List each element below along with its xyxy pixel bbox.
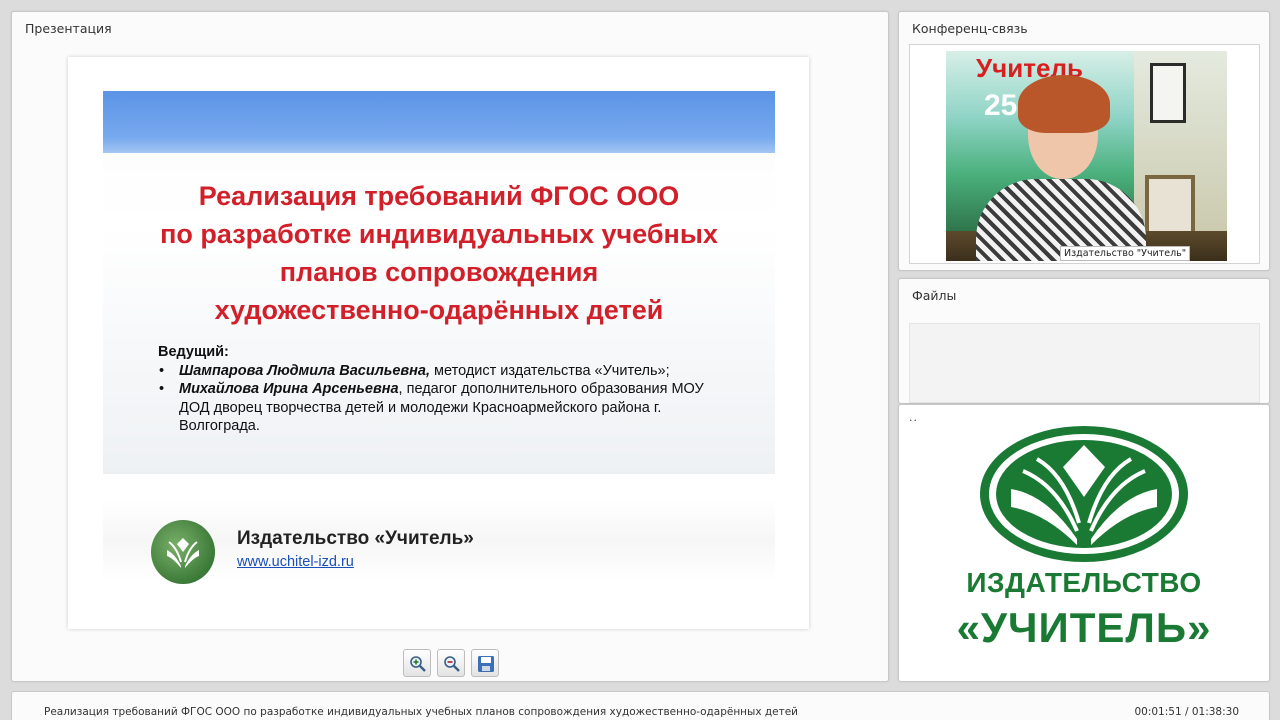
list-item: Шампарова Людмила Васильевна, методист и…	[158, 362, 728, 381]
slide-title-line: художественно-одарённых детей	[214, 295, 664, 325]
logo-word-uchitel: «УЧИТЕЛЬ»	[956, 604, 1212, 651]
picture-frame	[1150, 63, 1186, 123]
slide-title-line: Реализация требований ФГОС ООО	[198, 181, 680, 211]
logo-word-publisher: ИЗДАТЕЛЬСТВО	[966, 567, 1202, 598]
files-panel-title: Файлы	[912, 288, 957, 303]
slide-footer: Издательство «Учитель» www.uchitel-izd.r…	[103, 500, 775, 584]
zoom-in-button[interactable]	[403, 649, 431, 677]
presenters-list: Шампарова Людмила Васильевна, методист и…	[158, 362, 728, 436]
presentation-panel: Презентация Реализация требований ФГОС О…	[11, 11, 889, 682]
presentation-slide: Реализация требований ФГОС ООО по разраб…	[68, 57, 809, 629]
speaker-hair	[1018, 75, 1110, 133]
files-list[interactable]	[909, 323, 1260, 403]
publisher-logo-panel: .. ИЗДАТЕЛЬСТВО «УЧИТЕЛЬ»	[898, 404, 1270, 682]
zoom-out-button[interactable]	[437, 649, 465, 677]
webinar-title: Реализация требований ФГОС ООО по разраб…	[44, 706, 799, 718]
video-feed[interactable]: Учитель 25 Издательство "Учитель"	[909, 44, 1260, 264]
publisher-logo-icon	[151, 520, 215, 584]
conference-panel: Конференц-связь Учитель 25 Издательство …	[898, 11, 1270, 271]
status-bar: Реализация требований ФГОС ООО по разраб…	[11, 691, 1270, 720]
presenter-name: Михайлова Ирина Арсеньевна	[179, 381, 399, 397]
presenters-label: Ведущий:	[158, 344, 229, 360]
video-image: Учитель 25 Издательство "Учитель"	[946, 51, 1227, 261]
logo-panel-header: ..	[909, 411, 918, 424]
files-panel: Файлы	[898, 278, 1270, 404]
save-icon	[478, 656, 494, 672]
save-button[interactable]	[471, 649, 499, 677]
zoom-in-icon	[410, 656, 426, 672]
video-caption: Издательство "Учитель"	[1060, 246, 1191, 261]
publisher-name: Издательство «Учитель»	[237, 528, 474, 549]
poster-number: 25	[984, 89, 1018, 122]
slide-presenters: Ведущий: Шампарова Людмила Васильевна, м…	[158, 343, 728, 436]
presentation-panel-title: Презентация	[25, 21, 112, 36]
presenter-role: методист издательства «Учитель»;	[430, 362, 670, 379]
publisher-emblem-icon	[980, 426, 1188, 562]
publisher-link[interactable]: www.uchitel-izd.ru	[237, 554, 354, 570]
playback-time: 00:01:51 / 01:38:30	[1134, 706, 1239, 718]
slide-header-band	[103, 91, 775, 153]
picture-frame	[1145, 175, 1195, 235]
slide-title-line: по разработке индивидуальных учебных	[160, 219, 718, 249]
list-item: Михайлова Ирина Арсеньевна, педагог допо…	[158, 380, 728, 436]
slide-content: Реализация требований ФГОС ООО по разраб…	[103, 91, 775, 474]
slide-title-line: планов сопровождения	[279, 257, 599, 287]
zoom-out-icon	[444, 656, 460, 672]
conference-panel-title: Конференц-связь	[912, 21, 1028, 36]
slide-title: Реализация требований ФГОС ООО по разраб…	[103, 177, 775, 329]
presenter-name: Шампарова Людмила Васильевна,	[179, 362, 431, 379]
